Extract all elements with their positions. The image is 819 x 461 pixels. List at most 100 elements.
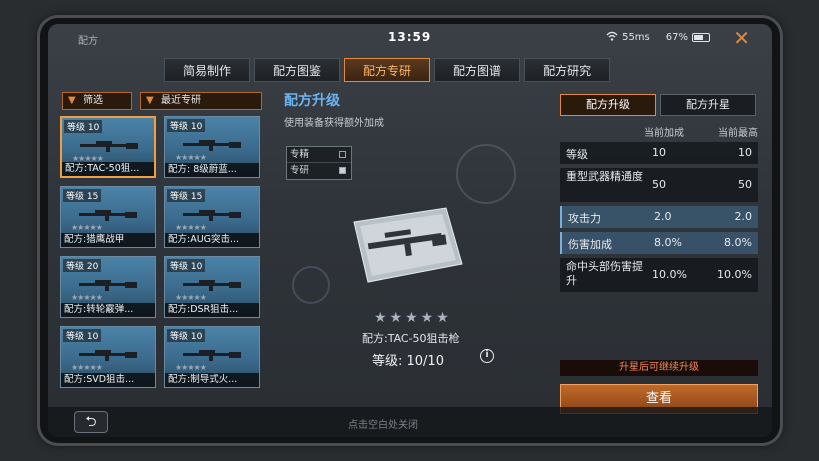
status-area: 55ms 67% bbox=[606, 31, 710, 44]
stat-current: 10.0% bbox=[652, 268, 687, 281]
sort-label: 最近专研 bbox=[161, 95, 201, 106]
recipe-card[interactable]: 等级 10 ★★★★★ 配方:DSR狙击... bbox=[164, 256, 260, 318]
recipe-name: 配方:SVD狙击... bbox=[61, 373, 155, 387]
battery-icon bbox=[692, 33, 710, 42]
stat-current: 8.0% bbox=[654, 236, 682, 249]
stat-row: 命中头部伤害提升 10.0% 10.0% bbox=[560, 258, 758, 292]
recipe-card[interactable]: 等级 15 ★★★★★ 配方:AUG突击... bbox=[164, 186, 260, 248]
subtab-recipe-star[interactable]: 配方升星 bbox=[660, 94, 756, 116]
detail-subtitle: 使用装备获得额外加成 bbox=[284, 118, 384, 129]
stat-label: 命中头部伤害提升 bbox=[566, 260, 643, 287]
star-icon: ★★★★★ bbox=[175, 223, 207, 232]
recipe-card[interactable]: 等级 10 ★★★★★ 配方:TAC-50狙... bbox=[60, 116, 156, 178]
stat-current: 2.0 bbox=[654, 210, 672, 223]
info-icon[interactable]: i bbox=[480, 349, 494, 363]
stat-row: 伤害加成 8.0% 8.0% bbox=[560, 232, 758, 254]
tab-recipe-catalog[interactable]: 配方图鉴 bbox=[254, 58, 341, 82]
stat-current: 50 bbox=[652, 178, 666, 191]
main-tabs: 简易制作 配方图鉴 配方专研 配方图谱 配方研究 bbox=[164, 58, 611, 82]
recipe-detail-panel: 配方升级 使用装备获得额外加成 专精 专研 ★★★★★ 配方:TAC-50狙击枪… bbox=[278, 90, 548, 390]
checkbox[interactable] bbox=[339, 151, 346, 158]
recipe-name: 配方:猎鹰战甲 bbox=[61, 233, 155, 247]
subtab-recipe-upgrade[interactable]: 配方升级 bbox=[560, 94, 656, 116]
deco-ring bbox=[456, 144, 516, 204]
option-research[interactable]: 专研 bbox=[287, 163, 351, 179]
sort-button[interactable]: ▼ 最近专研 bbox=[140, 92, 262, 110]
stat-max: 2.0 bbox=[734, 210, 753, 223]
chevron-down-icon: ▼ bbox=[68, 95, 76, 106]
option-label: 专精 bbox=[290, 149, 310, 160]
recipe-name: 配方: 8级蔚蓝... bbox=[165, 163, 259, 177]
tab-recipe-atlas[interactable]: 配方图谱 bbox=[434, 58, 521, 82]
filter-button[interactable]: ▼ 筛选 bbox=[62, 92, 132, 110]
recipe-grid: 等级 10 ★★★★★ 配方:TAC-50狙... 等级 10 ★★★★★ 配方: 8级蔚… bbox=[60, 116, 266, 388]
chevron-down-icon: ▼ bbox=[146, 95, 154, 106]
checkbox[interactable] bbox=[339, 167, 346, 174]
weapon-icon bbox=[79, 210, 137, 221]
stat-label: 重型武器精通度 bbox=[566, 170, 643, 183]
recipe-name: 配方:制导式火... bbox=[165, 373, 259, 387]
deco-ring bbox=[292, 266, 330, 304]
weapon-icon bbox=[183, 140, 241, 151]
bottom-bar: ⮌ 点击空白处关闭 bbox=[48, 407, 772, 437]
tab-simple-craft[interactable]: 简易制作 bbox=[164, 58, 251, 82]
app-title: 配方 bbox=[78, 36, 98, 47]
recipe-level: 等级 15 bbox=[167, 189, 206, 202]
ping-text: 55ms bbox=[622, 32, 650, 43]
back-icon[interactable]: ⮌ bbox=[74, 411, 108, 433]
recipe-card[interactable]: 等级 10 ★★★★★ 配方:SVD狙击... bbox=[60, 326, 156, 388]
stat-label: 伤害加成 bbox=[568, 238, 612, 251]
stat-label: 攻击力 bbox=[568, 212, 601, 225]
weapon-icon bbox=[183, 350, 241, 361]
option-mastery[interactable]: 专精 bbox=[287, 147, 351, 163]
upgrade-panel: 配方升级 配方升星 当前加成 当前最高 等级 10 10 重型武器精通度 50 50 攻击力… bbox=[560, 94, 758, 414]
upgrade-subtabs: 配方升级 配方升星 bbox=[560, 94, 756, 116]
item-level: 等级: 10/10 bbox=[372, 354, 444, 369]
recipe-card[interactable]: 等级 10 ★★★★★ 配方:制导式火... bbox=[164, 326, 260, 388]
recipe-name: 配方:DSR狙击... bbox=[165, 303, 259, 317]
blueprint-image bbox=[353, 207, 463, 283]
close-icon[interactable]: ✕ bbox=[733, 26, 750, 50]
recipe-card[interactable]: 等级 10 ★★★★★ 配方: 8级蔚蓝... bbox=[164, 116, 260, 178]
recipe-name: 配方:AUG突击... bbox=[165, 233, 259, 247]
recipe-list-panel: ▼ 筛选 ▼ 最近专研 等级 10 ★★★★★ 配方:TAC-50狙... 等级 10… bbox=[60, 92, 266, 392]
star-icon: ★★★★★ bbox=[175, 363, 207, 372]
filter-label: 筛选 bbox=[83, 95, 103, 106]
recipe-level: 等级 10 bbox=[64, 120, 103, 133]
recipe-level: 等级 20 bbox=[63, 259, 102, 272]
option-label: 专研 bbox=[290, 165, 310, 176]
star-rating: ★★★★★ bbox=[374, 310, 452, 326]
recipe-level: 等级 10 bbox=[63, 329, 102, 342]
column-current: 当前加成 bbox=[644, 128, 684, 139]
close-hint: 点击空白处关闭 bbox=[348, 420, 418, 431]
recipe-name: 配方:TAC-50狙... bbox=[62, 162, 154, 176]
option-box: 专精 专研 bbox=[286, 146, 352, 180]
stats-table: 等级 10 10 重型武器精通度 50 50 攻击力 2.0 2.0 伤害加成 8.0% 8.0% 命中… bbox=[560, 142, 758, 296]
stat-row: 等级 10 10 bbox=[560, 142, 758, 164]
weapon-icon bbox=[183, 280, 241, 291]
recipe-level: 等级 10 bbox=[167, 259, 206, 272]
tab-recipe-mastery[interactable]: 配方专研 bbox=[344, 58, 431, 82]
weapon-icon bbox=[80, 141, 138, 152]
stat-max: 8.0% bbox=[724, 236, 752, 249]
recipe-card[interactable]: 等级 20 ★★★★★ 配方:转轮霰弹... bbox=[60, 256, 156, 318]
star-icon: ★★★★★ bbox=[175, 293, 207, 302]
stat-max: 10.0% bbox=[717, 268, 752, 281]
weapon-icon bbox=[183, 210, 241, 221]
stat-row: 重型武器精通度 50 50 bbox=[560, 168, 758, 202]
star-icon: ★★★★★ bbox=[175, 153, 207, 162]
wifi-icon bbox=[606, 31, 618, 44]
stat-label: 等级 bbox=[566, 148, 588, 161]
stat-current: 10 bbox=[652, 146, 666, 159]
star-icon: ★★★★★ bbox=[71, 363, 103, 372]
detail-title: 配方升级 bbox=[284, 93, 340, 109]
recipe-level: 等级 15 bbox=[63, 189, 102, 202]
recipe-card[interactable]: 等级 15 ★★★★★ 配方:猎鹰战甲 bbox=[60, 186, 156, 248]
recipe-name: 配方:转轮霰弹... bbox=[61, 303, 155, 317]
tab-recipe-research[interactable]: 配方研究 bbox=[524, 58, 611, 82]
column-max: 当前最高 bbox=[718, 128, 758, 139]
star-icon: ★★★★★ bbox=[71, 223, 103, 232]
item-name: 配方:TAC-50狙击枪 bbox=[362, 332, 460, 345]
recipe-level: 等级 10 bbox=[167, 329, 206, 342]
upgrade-note: 升星后可继续升级 bbox=[560, 360, 758, 376]
